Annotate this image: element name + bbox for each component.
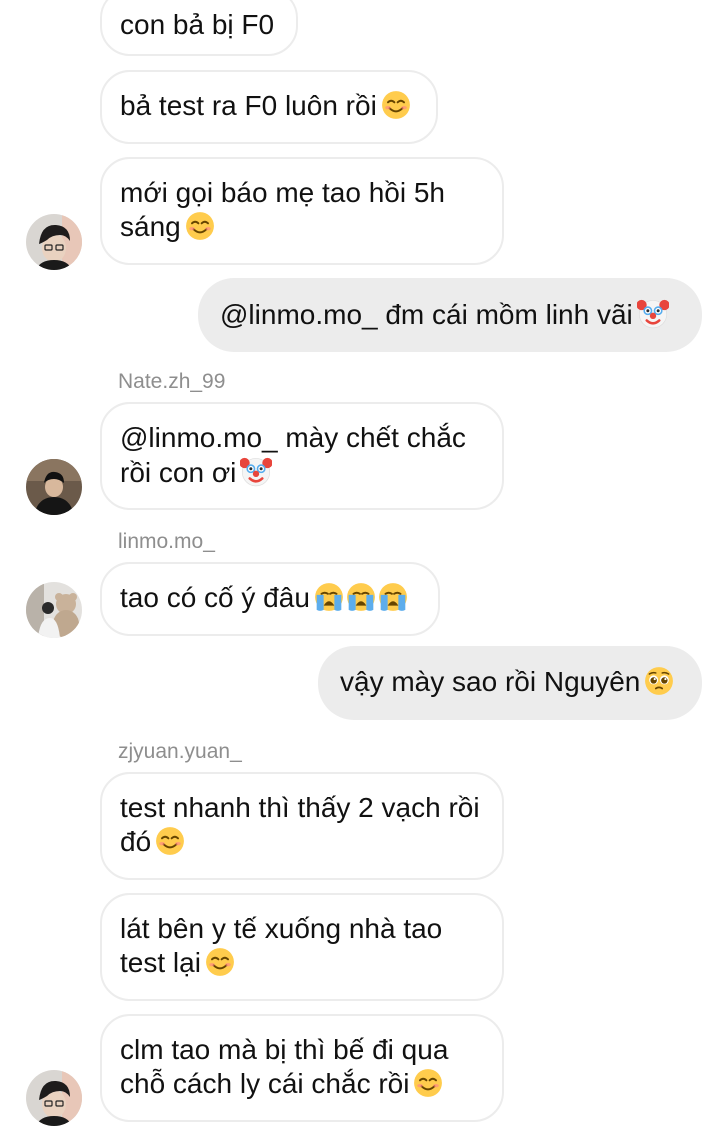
message-text: @linmo.mo_ đm cái mồm linh vãi [220,299,633,330]
loudly-crying-face-icon [378,582,408,612]
avatar[interactable] [26,459,82,515]
message-text-line: mới gọi báo mẹ tao hồi 5h [120,177,445,208]
avatar[interactable] [26,1070,82,1126]
message-bubble-outgoing[interactable]: vậy mày sao rồi Nguyên [318,646,702,720]
avatar[interactable] [26,582,82,638]
smiling-face-icon [413,1068,444,1098]
loudly-crying-face-icon [346,582,376,612]
message-bubble-incoming[interactable]: tao có cố ý đâu [100,562,440,636]
message-text: bả test ra F0 luôn rồi [120,90,377,121]
message-text: vậy mày sao rồi Nguyên [340,666,641,697]
smiling-face-icon [155,826,186,856]
message-bubble-incoming[interactable]: test nhanh thì thấy 2 vạch rồi đó [100,772,504,880]
message-text: con bả bị F0 [120,9,275,40]
smiling-face-icon [380,90,411,120]
message-text-line: test lại [120,947,201,978]
sender-name: linmo.mo_ [118,530,215,553]
message-bubble-incoming[interactable]: @linmo.mo_ mày chết chắc rồi con ơi [100,402,504,510]
message-bubble-incoming[interactable]: clm tao mà bị thì bế đi qua chỗ cách ly … [100,1014,504,1122]
message-text-line: sáng [120,211,181,242]
pleading-face-icon [644,666,675,696]
sender-name: Nate.zh_99 [118,370,226,393]
message-text-line: rồi con ơi [120,457,237,488]
sender-name: zjyuan.yuan_ [118,740,242,763]
message-text-line: lát bên y tế xuống nhà tao [120,913,443,944]
clown-face-icon [240,455,273,487]
message-text-line: test nhanh thì thấy 2 vạch rồi [120,792,480,823]
loudly-crying-face-icon [314,582,344,612]
smiling-face-icon [205,947,235,977]
smiling-face-icon [184,211,215,241]
message-text-line: @linmo.mo_ mày chết chắc [120,422,466,453]
avatar[interactable] [26,214,82,270]
message-text-line: clm tao mà bị thì bế đi qua [120,1034,449,1065]
chat-thread[interactable]: con bả bị F0 bả test ra F0 luôn rồi mới … [0,0,720,1136]
message-bubble-outgoing[interactable]: @linmo.mo_ đm cái mồm linh vãi [198,278,702,352]
message-bubble-incoming[interactable]: con bả bị F0 [100,0,298,56]
message-text-line: chỗ cách ly cái chắc rồi [120,1068,410,1099]
clown-face-icon [636,297,669,329]
message-text-line: đó [120,826,152,857]
message-bubble-incoming[interactable]: bả test ra F0 luôn rồi [100,70,438,144]
message-text: tao có cố ý đâu [120,582,310,613]
message-bubble-incoming[interactable]: lát bên y tế xuống nhà tao test lại [100,893,504,1001]
message-bubble-incoming[interactable]: mới gọi báo mẹ tao hồi 5h sáng [100,157,504,265]
